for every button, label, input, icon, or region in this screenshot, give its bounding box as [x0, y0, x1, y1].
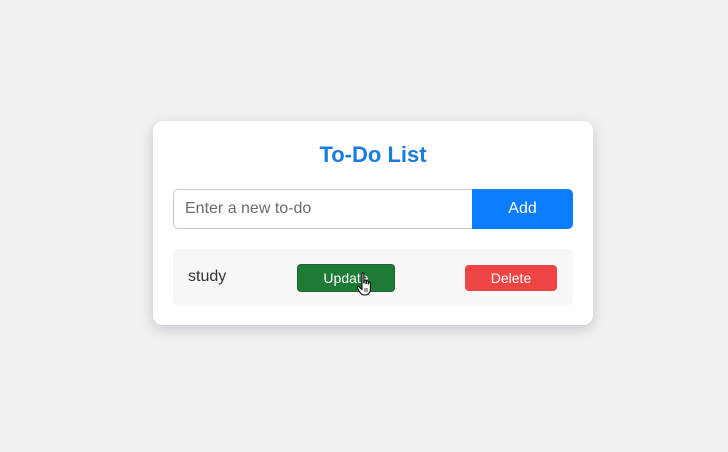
todo-text: study: [188, 268, 227, 285]
list-item: study Update Delete: [173, 249, 573, 305]
todo-card: To-Do List Add study Update Delete: [153, 121, 593, 325]
add-button[interactable]: Add: [472, 189, 573, 229]
delete-button[interactable]: Delete: [465, 265, 557, 291]
todo-input[interactable]: [173, 189, 473, 229]
page-title: To-Do List: [319, 142, 427, 167]
update-button[interactable]: Update: [297, 264, 395, 292]
